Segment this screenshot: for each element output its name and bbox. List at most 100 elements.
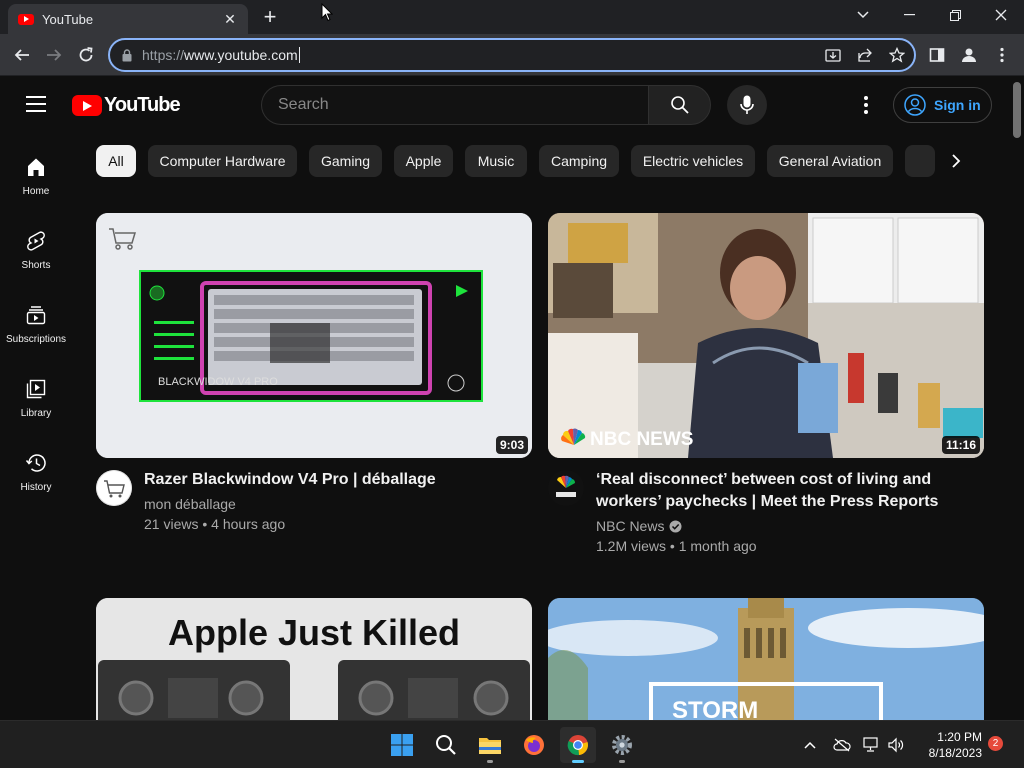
city-hall-thumbnail-image: STORM — [548, 598, 984, 720]
back-button[interactable] — [9, 42, 35, 68]
chrome-app[interactable] — [560, 727, 596, 763]
browser-tab[interactable]: YouTube ✕ — [8, 4, 248, 34]
gear-icon — [612, 735, 632, 755]
profile-icon[interactable] — [959, 45, 979, 65]
minimize-button[interactable] — [886, 0, 932, 30]
windows-logo-icon — [391, 734, 413, 756]
sidebar-item-label: History — [20, 482, 52, 493]
macbook-thumbnail-image: Apple Just Killed — [96, 598, 532, 720]
sidebar-item-shorts[interactable]: Shorts — [0, 216, 72, 290]
meta-separator: • — [669, 538, 679, 554]
nbc-news-avatar-icon — [548, 470, 584, 506]
page-scrollbar-thumb[interactable] — [1013, 82, 1021, 138]
running-indicator — [487, 760, 493, 763]
reload-button[interactable] — [73, 42, 99, 68]
guide-menu-icon[interactable] — [26, 96, 46, 112]
chip-computer-hardware[interactable]: Computer Hardware — [148, 145, 297, 177]
video-thumbnail[interactable]: Apple Just Killed — [96, 598, 532, 720]
channel-avatar[interactable] — [96, 470, 132, 506]
chip-all[interactable]: All — [96, 145, 136, 177]
sign-in-button[interactable]: Sign in — [893, 87, 992, 123]
youtube-logo[interactable]: YouTube — [72, 94, 181, 117]
onedrive-tray-icon[interactable] — [832, 735, 852, 755]
taskbar-search-button[interactable] — [428, 727, 464, 763]
taskbar-clock[interactable]: 1:20 PM 8/18/2023 — [916, 729, 982, 761]
chip-apple[interactable]: Apple — [394, 145, 453, 177]
mouse-cursor-icon — [321, 3, 333, 22]
close-window-button[interactable] — [978, 0, 1024, 30]
chip-camping[interactable]: Camping — [539, 145, 619, 177]
sidebar-item-history[interactable]: History — [0, 438, 72, 512]
side-panel-icon[interactable] — [927, 45, 947, 65]
sign-in-label: Sign in — [934, 97, 981, 113]
search-button[interactable] — [648, 85, 711, 125]
chip-general-aviation[interactable]: General Aviation — [767, 145, 893, 177]
forward-button[interactable] — [41, 42, 67, 68]
firefox-app[interactable] — [516, 727, 552, 763]
browser-menu-icon[interactable] — [992, 45, 1012, 65]
thumb-caption: STORM — [672, 697, 758, 720]
account-circle-icon — [904, 94, 926, 116]
search-input[interactable] — [278, 96, 648, 114]
chip-gaming[interactable]: Gaming — [309, 145, 382, 177]
clock-time: 1:20 PM — [937, 730, 982, 744]
tab-search-icon[interactable] — [840, 0, 886, 30]
settings-app[interactable] — [604, 727, 640, 763]
microphone-icon — [740, 95, 754, 114]
bookmark-star-icon[interactable] — [888, 46, 907, 65]
page-scrollbar-track[interactable] — [1010, 77, 1024, 720]
sidebar-item-home[interactable]: Home — [0, 142, 72, 216]
install-app-icon[interactable] — [825, 47, 843, 65]
channel-name[interactable]: mon déballage — [144, 496, 236, 512]
restore-button[interactable] — [932, 0, 978, 30]
tab-close-icon[interactable]: ✕ — [222, 11, 238, 28]
sidebar-item-subscriptions[interactable]: Subscriptions — [0, 290, 72, 364]
video-thumbnail[interactable]: STORM — [548, 598, 984, 720]
text-caret — [298, 47, 300, 63]
network-icon — [863, 737, 878, 752]
url-host: www.youtube.com — [184, 47, 298, 63]
youtube-favicon-icon — [18, 13, 34, 25]
library-icon — [26, 379, 46, 399]
upload-age: 4 hours ago — [211, 516, 286, 532]
verified-badge-icon — [669, 520, 682, 532]
new-tab-button[interactable]: + — [258, 5, 282, 29]
channel-avatar[interactable] — [548, 470, 584, 506]
settings-menu-icon[interactable] — [856, 93, 876, 117]
forward-arrow-icon — [47, 49, 62, 61]
home-icon — [28, 158, 44, 176]
voice-search-button[interactable] — [727, 85, 767, 125]
keyboard-thumbnail-image: BLACKWIDOW V4 PRO — [96, 213, 532, 458]
browser-toolbar: https://www.youtube.com — [0, 34, 1024, 76]
video-thumbnail[interactable]: BLACKWIDOW V4 PRO 9:03 — [96, 213, 532, 458]
show-hidden-icons-button[interactable] — [800, 735, 820, 755]
sidebar-item-library[interactable]: Library — [0, 364, 72, 438]
start-button[interactable] — [384, 727, 420, 763]
video-duration: 11:16 — [941, 436, 980, 454]
channel-name-row[interactable]: NBC News — [596, 518, 682, 534]
sidebar-item-label: Home — [22, 186, 50, 197]
volume-tray-icon[interactable] — [886, 735, 906, 755]
running-indicator — [572, 760, 584, 763]
video-title[interactable]: Razer Blackwindow V4 Pro | déballage — [144, 469, 524, 491]
network-tray-icon[interactable] — [862, 735, 882, 755]
video-thumbnail[interactable]: NBC NEWS 11:16 — [548, 213, 984, 458]
video-title[interactable]: ‘Real disconnect’ between cost of living… — [596, 469, 986, 513]
search-icon — [670, 96, 689, 114]
file-explorer-app[interactable] — [472, 727, 508, 763]
kitchen-thumbnail-image: NBC NEWS — [548, 213, 984, 458]
video-metadata: 1.2M views • 1 month ago — [596, 538, 757, 554]
youtube-masthead: YouTube Sign in — [0, 77, 1010, 133]
notification-badge[interactable]: 2 — [988, 736, 1003, 751]
address-bar[interactable]: https://www.youtube.com — [108, 38, 916, 72]
share-icon[interactable] — [857, 47, 875, 65]
chip-partial[interactable] — [905, 145, 935, 177]
shorts-icon — [27, 231, 45, 251]
sidebar-item-label: Subscriptions — [5, 334, 67, 345]
subscriptions-icon — [26, 306, 46, 325]
chip-music[interactable]: Music — [465, 145, 527, 177]
url-scheme: https:// — [142, 47, 185, 63]
thumb-caption: NBC NEWS — [590, 429, 693, 450]
chips-next-button[interactable] — [940, 145, 972, 177]
chip-electric-vehicles[interactable]: Electric vehicles — [631, 145, 755, 177]
